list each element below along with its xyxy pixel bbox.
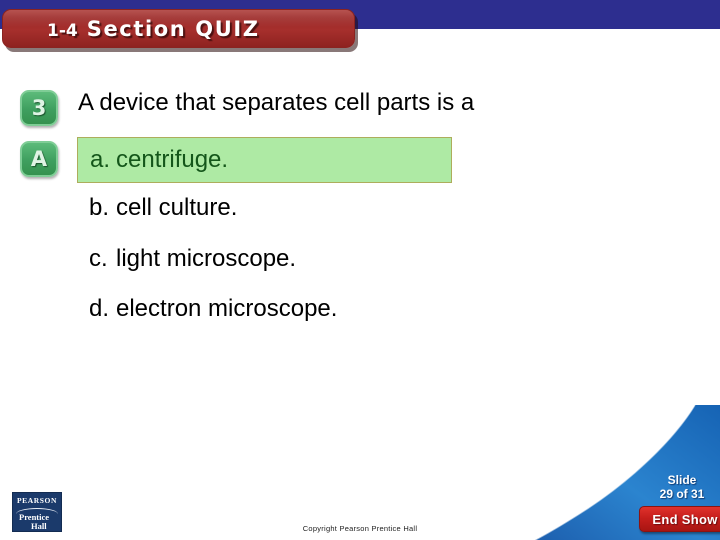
slide-counter: Slide 29 of 31 bbox=[650, 473, 714, 501]
choice-a-letter: a. bbox=[90, 146, 111, 173]
question-number-badge-label: 3 bbox=[31, 96, 47, 120]
slide-canvas: 1-4 Section QUIZ 3 A A device that separa… bbox=[0, 0, 720, 540]
choice-a[interactable]: a. centrifuge. bbox=[77, 137, 452, 183]
choice-b[interactable]: b. cell culture. bbox=[89, 194, 237, 222]
slide-counter-position: 29 of 31 bbox=[659, 487, 705, 501]
copyright-notice: Copyright Pearson Prentice Hall bbox=[302, 524, 418, 533]
choice-d-letter: d. bbox=[89, 295, 110, 322]
section-title-text: 1-4 Section QUIZ bbox=[47, 17, 260, 41]
choice-c[interactable]: c. light microscope. bbox=[89, 245, 296, 273]
section-title-label: Section QUIZ bbox=[86, 16, 260, 41]
choice-c-text: light microscope. bbox=[116, 245, 297, 272]
question-number-badge: 3 bbox=[20, 90, 58, 126]
answer-badge-label: A bbox=[30, 147, 48, 171]
choice-b-text: cell culture. bbox=[116, 194, 238, 221]
answer-badge: A bbox=[20, 141, 58, 177]
section-number: 1-4 bbox=[47, 20, 78, 41]
slide-counter-label: Slide bbox=[667, 473, 697, 487]
choice-d-text: electron microscope. bbox=[116, 295, 338, 322]
choice-b-letter: b. bbox=[89, 194, 110, 221]
section-title-banner: 1-4 Section QUIZ bbox=[2, 9, 355, 48]
question-text: A device that separates cell parts is a bbox=[78, 89, 475, 116]
choice-d[interactable]: d. electron microscope. bbox=[89, 295, 337, 323]
logo-brand-text: PEARSON bbox=[16, 496, 58, 505]
choice-c-letter: c. bbox=[89, 245, 108, 272]
choice-a-text: centrifuge. bbox=[116, 146, 229, 173]
